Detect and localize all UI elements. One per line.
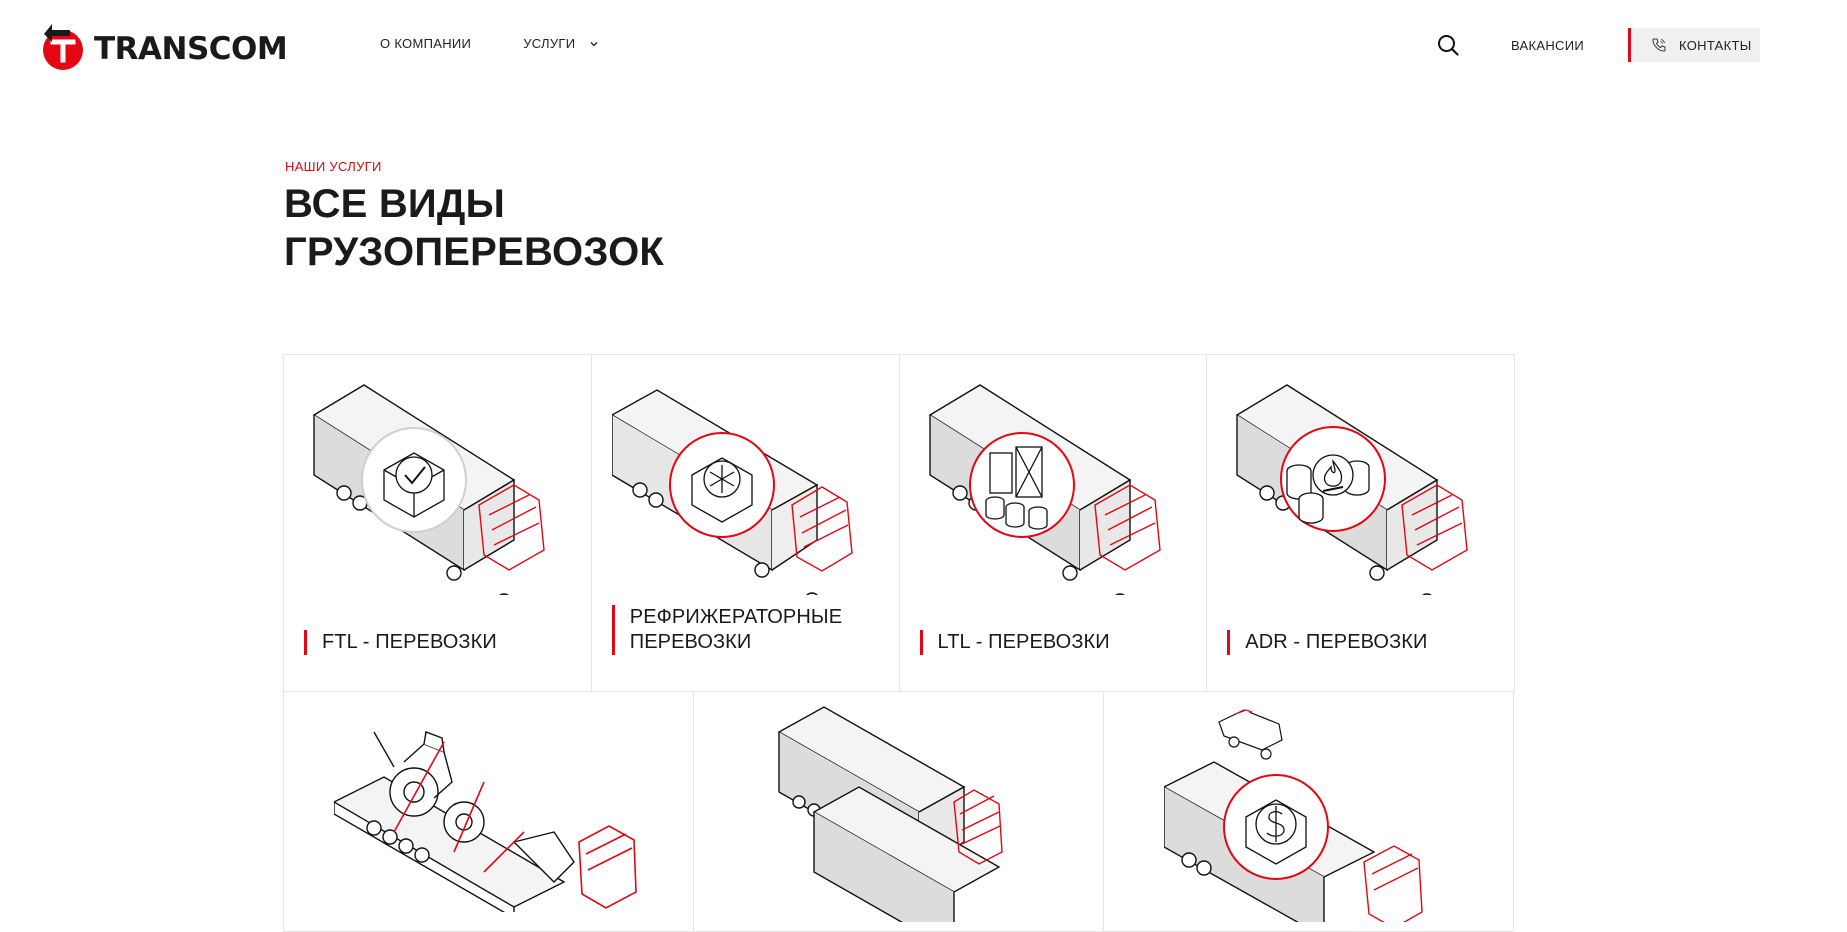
service-card-adr[interactable]: ADR - ПЕРЕВОЗКИ <box>1206 354 1515 692</box>
phone-icon <box>1652 38 1666 52</box>
service-card-ftl[interactable]: FTL - ПЕРЕВОЗКИ <box>283 354 592 692</box>
nav-item-vacancies[interactable]: ВАКАНСИИ <box>1511 38 1584 53</box>
page-title-line2: ГРУЗОПЕРЕВОЗОК <box>284 230 665 274</box>
page-title-line1: ВСЕ ВИДЫ <box>284 182 505 226</box>
chevron-down-icon <box>590 41 598 46</box>
service-label-ltl: LTL - ПЕРЕВОЗКИ <box>919 630 1110 655</box>
services-row-1: FTL - ПЕРЕВОЗКИ РЕФРИЖЕРАТОРНЫЕ ПЕРЕВОЗК… <box>283 354 1515 692</box>
heavy-machinery-icon <box>334 731 637 912</box>
site-header: TRANSCOM О КОМПАНИИ УСЛУГИ ВАКАНСИИ КОНТ… <box>0 0 1847 90</box>
brand-name: TRANSCOM <box>94 31 288 67</box>
truck-barrels-icon <box>928 384 1161 595</box>
service-label-refrigerated: РЕФРИЖЕРАТОРНЫЕ ПЕРЕВОЗКИ <box>611 605 843 655</box>
nav-item-services-label: УСЛУГИ <box>523 36 576 51</box>
main-nav: О КОМПАНИИ УСЛУГИ <box>380 36 599 51</box>
service-card-convoy[interactable] <box>693 691 1104 932</box>
service-label-adr: ADR - ПЕРЕВОЗКИ <box>1227 630 1427 655</box>
service-card-refrigerated[interactable]: РЕФРИЖЕРАТОРНЫЕ ПЕРЕВОЗКИ <box>590 354 900 692</box>
service-card-heavy-machinery[interactable] <box>283 691 694 932</box>
service-label-refrigerated-line2: ПЕРЕВОЗКИ <box>629 631 752 653</box>
service-card-escort[interactable] <box>1103 691 1514 932</box>
transcom-logo[interactable]: TRANSCOM <box>38 20 288 72</box>
nav-item-about[interactable]: О КОМПАНИИ <box>380 36 471 51</box>
page-title: ВСЕ ВИДЫ ГРУЗОПЕРЕВОЗОК <box>284 180 884 276</box>
truck-convoy-icon <box>777 706 1003 922</box>
truck-snowflake-icon <box>611 389 853 595</box>
dollar-escort-icon <box>1164 709 1423 922</box>
contacts-button[interactable]: КОНТАКТЫ <box>1628 28 1760 62</box>
logo-mark-icon <box>43 24 83 70</box>
nav-item-services[interactable]: УСЛУГИ <box>523 36 599 51</box>
truck-checkmark-icon <box>312 384 545 595</box>
service-card-ltl[interactable]: LTL - ПЕРЕВОЗКИ <box>898 354 1208 692</box>
services-row-2 <box>283 691 1515 932</box>
contacts-label: КОНТАКТЫ <box>1679 37 1752 53</box>
section-kicker: НАШИ УСЛУГИ <box>285 159 382 174</box>
service-label-ftl: FTL - ПЕРЕВОЗКИ <box>304 630 497 655</box>
search-icon[interactable] <box>1436 33 1460 57</box>
truck-flame-icon <box>1235 384 1468 595</box>
service-label-refrigerated-line1: РЕФРИЖЕРАТОРНЫЕ <box>629 606 843 628</box>
